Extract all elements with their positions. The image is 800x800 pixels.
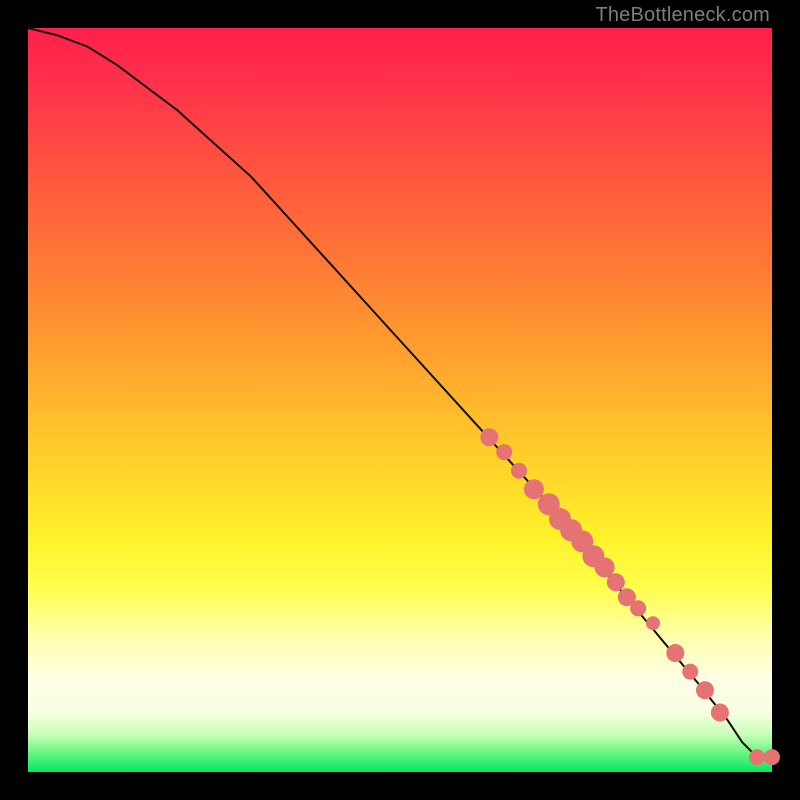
curve-line xyxy=(28,28,772,757)
chart-svg xyxy=(28,28,772,772)
scatter-dot xyxy=(682,664,698,680)
scatter-dot xyxy=(511,463,527,479)
chart-stage: TheBottleneck.com xyxy=(0,0,800,800)
scatter-dot xyxy=(696,681,714,699)
watermark-text: TheBottleneck.com xyxy=(595,4,770,27)
scatter-dot xyxy=(524,479,544,499)
scatter-dot xyxy=(764,749,780,765)
chart-plot-area xyxy=(28,28,772,772)
scatter-dot xyxy=(630,600,646,616)
scatter-dot xyxy=(749,749,765,765)
scatter-dot xyxy=(646,616,660,630)
scatter-dot xyxy=(711,704,729,722)
scatter-dot xyxy=(496,444,512,460)
scatter-dot xyxy=(666,644,684,662)
scatter-dot xyxy=(607,573,625,591)
scatter-dot xyxy=(480,428,498,446)
